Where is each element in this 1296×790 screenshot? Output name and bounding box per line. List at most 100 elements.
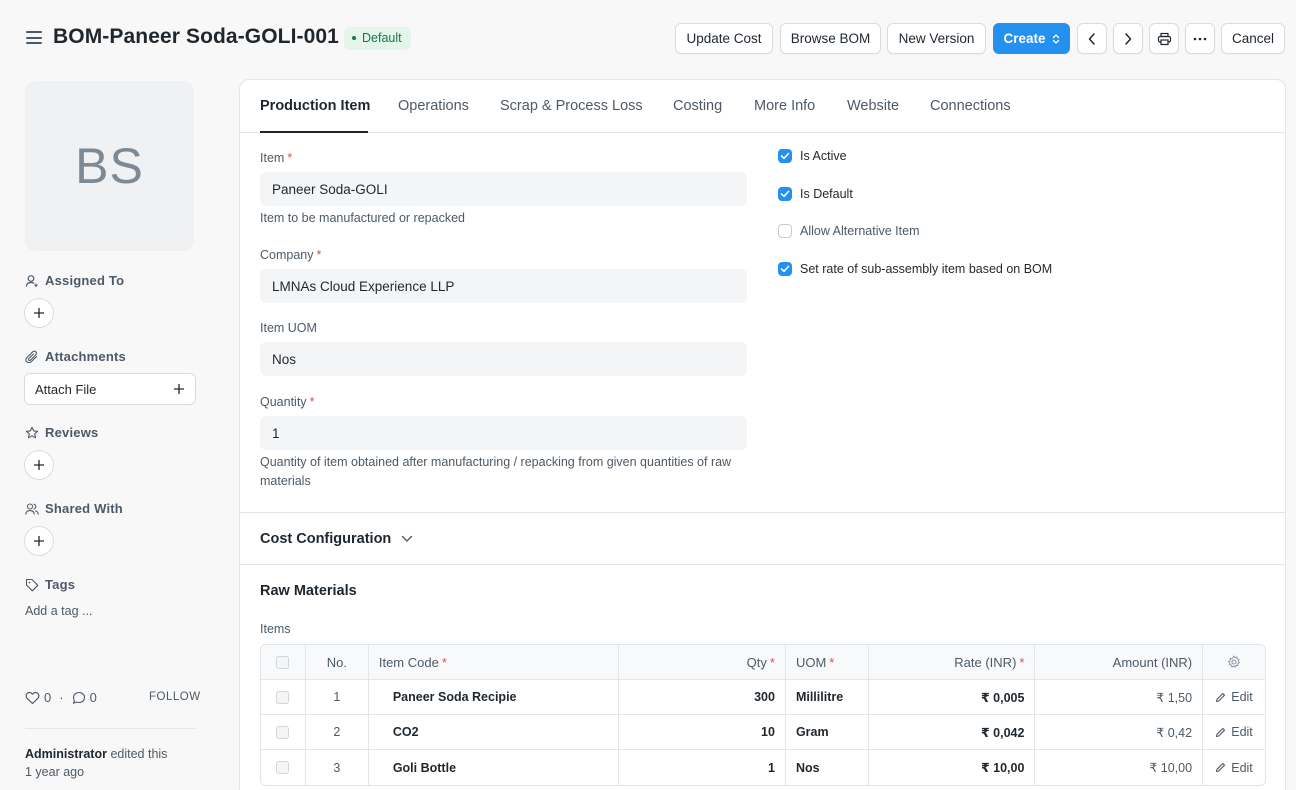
table-row[interactable]: 2 CO2 10 Gram ₹ 0,042 ₹ 0,42 Edit: [261, 715, 1265, 750]
tab-costing[interactable]: Costing: [673, 98, 722, 114]
printer-icon: [1157, 32, 1171, 45]
edit-label: Edit: [1231, 760, 1253, 775]
select-all-checkbox[interactable]: [276, 655, 290, 669]
plus-icon: [34, 536, 44, 546]
previous-button[interactable]: [1077, 23, 1107, 54]
row-select-cell: [261, 715, 306, 749]
add-assignee-button[interactable]: [24, 298, 54, 328]
row-item-code[interactable]: Goli Bottle: [369, 750, 620, 785]
row-edit-button[interactable]: Edit: [1215, 690, 1253, 704]
is-active-label: Is Active: [800, 149, 847, 163]
plus-icon: [34, 460, 44, 470]
row-rate[interactable]: ₹ 0,042: [869, 715, 1036, 749]
header-rate-text: Rate (INR): [954, 654, 1017, 670]
row-checkbox[interactable]: [276, 761, 290, 774]
ellipsis-icon: [1193, 37, 1207, 40]
status-badge: Default: [344, 27, 411, 50]
active-tab-indicator: [260, 131, 368, 133]
create-button[interactable]: Create: [993, 23, 1070, 54]
cost-configuration-section[interactable]: Cost Configuration: [260, 531, 413, 547]
table-header-row: No. Item Code * Qty * UOM * Rate (INR) * Amo…: [261, 645, 1265, 680]
row-edit-button[interactable]: Edit: [1215, 725, 1253, 739]
row-uom[interactable]: Gram: [786, 715, 869, 749]
row-qty[interactable]: 1: [619, 750, 786, 785]
tab-production-item[interactable]: Production Item: [260, 98, 370, 114]
row-no: 2: [306, 715, 369, 749]
chevron-right-icon: [1125, 32, 1132, 45]
quantity-label: Quantity *: [260, 395, 314, 409]
update-cost-button[interactable]: Update Cost: [675, 23, 773, 54]
create-button-label: Create: [1003, 31, 1046, 46]
row-actions: Edit: [1203, 715, 1265, 749]
more-options-button[interactable]: [1185, 23, 1215, 54]
gear-icon[interactable]: [1227, 655, 1241, 669]
attach-file-button[interactable]: Attach File: [24, 373, 196, 405]
row-edit-button[interactable]: Edit: [1215, 761, 1253, 775]
row-rate[interactable]: ₹ 10,00: [869, 750, 1036, 785]
avatar[interactable]: BS: [25, 81, 194, 251]
checkbox-checked-icon[interactable]: [778, 262, 792, 276]
shared-with-label: Shared With: [25, 501, 123, 516]
checkbox-checked-icon[interactable]: [778, 149, 792, 163]
select-all-cell: [261, 645, 306, 679]
heart-icon[interactable]: [25, 691, 40, 705]
tab-more-info[interactable]: More Info: [754, 98, 815, 114]
section-divider: [240, 564, 1285, 565]
star-icon: [25, 426, 39, 438]
browse-bom-button[interactable]: Browse BOM: [780, 23, 881, 54]
header-uom: UOM *: [786, 645, 869, 679]
row-amount: ₹ 1,50: [1035, 680, 1204, 714]
add-tag-link[interactable]: Add a tag ...: [25, 604, 92, 618]
menu-icon[interactable]: [26, 31, 42, 44]
quantity-label-text: Quantity: [260, 395, 307, 409]
row-checkbox[interactable]: [276, 690, 290, 704]
row-uom[interactable]: Nos: [786, 750, 869, 785]
tab-scrap-process-loss[interactable]: Scrap & Process Loss: [500, 98, 643, 114]
cost-configuration-title: Cost Configuration: [260, 531, 392, 547]
edited-text: edited this: [110, 747, 168, 761]
edited-by[interactable]: Administrator: [25, 747, 107, 761]
checkbox-unchecked-icon[interactable]: [778, 224, 792, 238]
chevron-down-icon[interactable]: [401, 535, 413, 543]
row-rate[interactable]: ₹ 0,005: [869, 680, 1036, 714]
table-row[interactable]: 3 Goli Bottle 1 Nos ₹ 10,00 ₹ 10,00 Edit: [261, 750, 1265, 785]
company-field[interactable]: LMNAs Cloud Experience LLP: [260, 269, 747, 303]
raw-materials-title: Raw Materials: [260, 583, 357, 599]
tab-website[interactable]: Website: [847, 98, 899, 114]
follow-button[interactable]: FOLLOW: [149, 691, 201, 703]
print-button[interactable]: [1149, 23, 1179, 54]
cancel-button[interactable]: Cancel: [1221, 23, 1285, 54]
is-default-checkbox[interactable]: Is Default: [778, 187, 853, 201]
quantity-field[interactable]: 1: [260, 416, 747, 450]
allow-alternative-item-checkbox[interactable]: Allow Alternative Item: [778, 224, 920, 238]
row-qty[interactable]: 300: [619, 680, 786, 714]
reviews-label: Reviews: [25, 425, 98, 440]
tab-operations[interactable]: Operations: [398, 98, 469, 114]
item-field[interactable]: Paneer Soda-GOLI: [260, 172, 747, 206]
attach-file-label: Attach File: [35, 381, 97, 397]
row-uom[interactable]: Millilitre: [786, 680, 869, 714]
header-uom-text: UOM: [795, 654, 827, 670]
add-review-button[interactable]: [24, 450, 54, 480]
tab-connections[interactable]: Connections: [930, 98, 1011, 114]
row-qty[interactable]: 10: [619, 715, 786, 749]
status-badge-label: Default: [362, 31, 402, 45]
sidebar-divider: [25, 728, 195, 729]
row-item-code[interactable]: CO2: [369, 715, 620, 749]
required-marker: *: [1019, 654, 1025, 670]
tags-text: Tags: [45, 577, 76, 592]
comment-icon[interactable]: [72, 691, 86, 705]
next-button[interactable]: [1113, 23, 1143, 54]
row-checkbox[interactable]: [276, 725, 290, 739]
is-active-checkbox[interactable]: Is Active: [778, 149, 847, 163]
item-uom-field[interactable]: Nos: [260, 342, 747, 376]
set-rate-sub-assembly-checkbox[interactable]: Set rate of sub-assembly item based on B…: [778, 262, 1052, 276]
row-item-code[interactable]: Paneer Soda Recipie: [369, 680, 620, 714]
checkbox-checked-icon[interactable]: [778, 187, 792, 201]
new-version-button[interactable]: New Version: [887, 23, 986, 54]
item-label: Item *: [260, 151, 292, 165]
table-row[interactable]: 1 Paneer Soda Recipie 300 Millilitre ₹ 0…: [261, 680, 1265, 715]
row-select-cell: [261, 750, 306, 785]
user-icon: [25, 274, 38, 287]
add-share-button[interactable]: [24, 526, 54, 556]
